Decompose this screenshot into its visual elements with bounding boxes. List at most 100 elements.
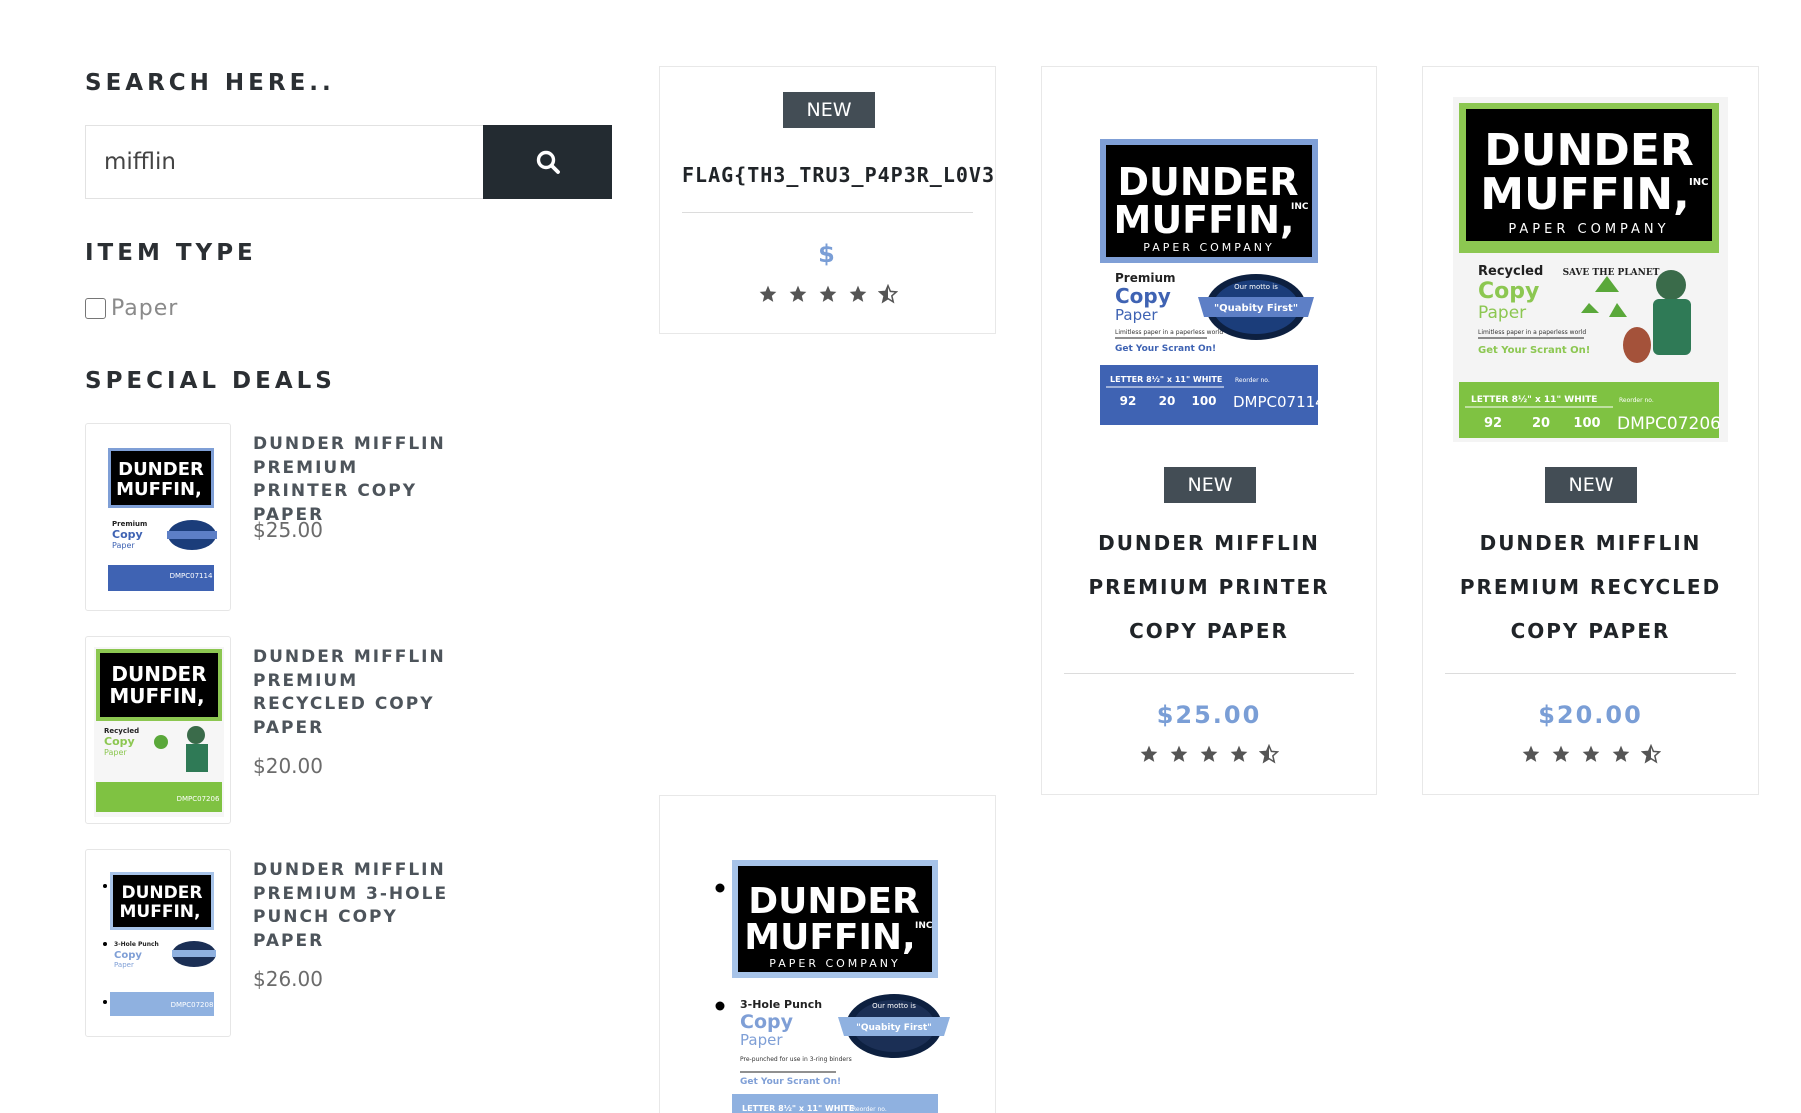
printer-paper-package-image: DUNDER MUFFIN, Premium Copy Paper DMPC07… — [108, 448, 217, 591]
product-card[interactable]: NEW FLAG{TH3_TRU3_P4P3R_L0V3R} $ — [659, 66, 996, 334]
svg-text:Premium: Premium — [1115, 271, 1176, 285]
deal-price: $25.00 — [253, 518, 323, 542]
svg-text:Get Your Scrant On!: Get Your Scrant On! — [1478, 345, 1590, 356]
divider — [1064, 673, 1354, 674]
svg-text:"Quabity First": "Quabity First" — [1214, 303, 1298, 314]
item-type-paper-option[interactable]: Paper — [85, 296, 178, 321]
deal-item[interactable]: DUNDER MUFFIN, 3-Hole Punch Copy Paper D… — [85, 849, 585, 1037]
star-icon — [1552, 745, 1569, 762]
svg-text:LETTER 8½" x 11" WHITE: LETTER 8½" x 11" WHITE — [742, 1103, 854, 1113]
product-price: $ — [818, 240, 837, 268]
svg-text:Recycled: Recycled — [1478, 264, 1543, 279]
product-price: $25.00 — [1156, 701, 1262, 729]
svg-text:Limitless paper in a paperless: Limitless paper in a paperless world — [1115, 329, 1223, 336]
svg-text:Copy: Copy — [740, 1011, 794, 1033]
svg-text:PAPER COMPANY: PAPER COMPANY — [1143, 241, 1274, 254]
brand-text: MUFFIN, — [116, 479, 202, 500]
svg-text:DUNDER: DUNDER — [111, 662, 206, 686]
half-star-icon — [1640, 744, 1661, 764]
svg-text:92: 92 — [1484, 416, 1502, 431]
product-title[interactable]: DUNDER MIFFLIN PREMIUM PRINTER COPY PAPE… — [1042, 521, 1376, 653]
product-title[interactable]: FLAG{TH3_TRU3_P4P3R_L0V3R} — [682, 163, 995, 187]
deal-title[interactable]: DUNDER MIFFLIN PREMIUM RECYCLED COPY PAP… — [253, 646, 453, 740]
svg-text:Paper: Paper — [104, 748, 127, 757]
svg-text:DMPC07114: DMPC07114 — [1233, 393, 1318, 411]
svg-text:PAPER COMPANY: PAPER COMPANY — [1508, 222, 1669, 237]
new-badge: NEW — [783, 92, 875, 128]
printer-paper-package-image[interactable]: DUNDER MUFFIN, INC PAPER COMPANY Premium… — [1100, 137, 1318, 427]
svg-text:Paper: Paper — [114, 961, 134, 969]
special-deals-heading: SPECIAL DEALS — [85, 368, 336, 394]
svg-text:Premium: Premium — [112, 520, 147, 528]
svg-text:20: 20 — [1159, 394, 1176, 408]
svg-text:100: 100 — [1191, 394, 1216, 408]
rating-stars — [1423, 744, 1758, 764]
deal-title[interactable]: DUNDER MIFFLIN PREMIUM PRINTER COPY PAPE… — [253, 433, 453, 527]
star-icon — [819, 285, 836, 302]
paper-checkbox[interactable] — [85, 298, 106, 319]
star-icon — [789, 285, 806, 302]
svg-text:Reorder no.: Reorder no. — [1235, 377, 1270, 384]
svg-text:MUFFIN,: MUFFIN, — [109, 684, 204, 708]
svg-text:LETTER 8½" x 11" WHITE: LETTER 8½" x 11" WHITE — [1110, 374, 1222, 384]
deal-thumbnail[interactable]: DUNDER MUFFIN, Recycled Copy Paper DMPC0… — [85, 636, 231, 824]
svg-text:Recycled: Recycled — [104, 727, 139, 735]
svg-text:DUNDER: DUNDER — [748, 881, 919, 922]
svg-text:DMPC07208: DMPC07208 — [171, 1001, 214, 1009]
deal-thumbnail[interactable]: DUNDER MUFFIN, Premium Copy Paper DMPC07… — [85, 423, 231, 611]
product-card[interactable]: DUNDER MUFFIN, INC PAPER COMPANY Recycle… — [1422, 66, 1759, 795]
svg-text:Paper: Paper — [1478, 303, 1526, 323]
divider — [682, 212, 973, 213]
svg-text:Copy: Copy — [104, 735, 135, 748]
brand-text: DUNDER — [118, 459, 204, 480]
star-icon — [1612, 745, 1629, 762]
recycled-paper-package-image[interactable]: DUNDER MUFFIN, INC PAPER COMPANY Recycle… — [1453, 97, 1728, 442]
svg-text:INC: INC — [915, 921, 933, 931]
deal-thumbnail[interactable]: DUNDER MUFFIN, 3-Hole Punch Copy Paper D… — [85, 849, 231, 1037]
svg-text:PAPER COMPANY: PAPER COMPANY — [769, 957, 900, 970]
product-title[interactable]: DUNDER MIFFLIN PREMIUM RECYCLED COPY PAP… — [1423, 521, 1758, 653]
svg-text:MUFFIN,: MUFFIN, — [1114, 198, 1295, 242]
svg-text:MUFFIN,: MUFFIN, — [744, 917, 915, 958]
svg-text:Get Your Scrant On!: Get Your Scrant On! — [1115, 344, 1216, 354]
star-icon — [1200, 745, 1218, 762]
svg-text:"Quabity First": "Quabity First" — [856, 1023, 932, 1033]
svg-text:Reorder no.: Reorder no. — [1619, 397, 1654, 404]
new-badge: NEW — [1545, 467, 1637, 503]
paper-checkbox-label: Paper — [111, 296, 179, 321]
svg-text:Copy: Copy — [1478, 279, 1539, 304]
svg-text:Our motto is: Our motto is — [872, 1002, 916, 1010]
svg-text:INC: INC — [1689, 177, 1708, 188]
svg-text:INC: INC — [1291, 202, 1309, 212]
deal-item[interactable]: DUNDER MUFFIN, Recycled Copy Paper DMPC0… — [85, 636, 585, 824]
search-form — [85, 125, 612, 199]
svg-text:DMPC07206: DMPC07206 — [1617, 414, 1721, 434]
search-icon — [536, 150, 560, 174]
deal-price: $26.00 — [253, 967, 323, 991]
star-icon — [849, 285, 866, 302]
punch-paper-package-image[interactable]: DUNDER MUFFIN, INC PAPER COMPANY 3-Hole … — [712, 858, 958, 1113]
svg-text:DUNDER: DUNDER — [122, 883, 203, 903]
product-price: $20.00 — [1538, 701, 1643, 729]
deal-price: $20.00 — [253, 754, 323, 778]
product-card[interactable]: DUNDER MUFFIN, INC PAPER COMPANY Premium… — [1041, 66, 1377, 795]
svg-text:DMPC07206: DMPC07206 — [177, 795, 220, 803]
svg-text:100: 100 — [1573, 416, 1600, 431]
rating-stars — [660, 284, 995, 304]
divider — [1445, 673, 1736, 674]
search-button[interactable] — [483, 125, 612, 199]
punch-paper-package-image: DUNDER MUFFIN, 3-Hole Punch Copy Paper D… — [103, 872, 216, 1016]
item-type-heading: ITEM TYPE — [85, 240, 257, 266]
deal-item[interactable]: DUNDER MUFFIN, Premium Copy Paper DMPC07… — [85, 423, 585, 611]
svg-text:MUFFIN,: MUFFIN, — [1480, 169, 1690, 220]
product-card[interactable]: DUNDER MUFFIN, INC PAPER COMPANY 3-Hole … — [659, 795, 996, 1113]
svg-text:Paper: Paper — [740, 1031, 783, 1049]
star-icon — [759, 285, 776, 302]
new-badge: NEW — [1164, 467, 1256, 503]
deal-title[interactable]: DUNDER MIFFLIN PREMIUM 3-HOLE PUNCH COPY… — [253, 859, 453, 953]
star-icon — [1140, 745, 1158, 762]
search-input[interactable] — [85, 125, 483, 199]
svg-text:Our motto is: Our motto is — [1234, 283, 1278, 291]
half-star-icon — [1259, 744, 1279, 764]
search-heading: SEARCH HERE.. — [85, 70, 335, 96]
